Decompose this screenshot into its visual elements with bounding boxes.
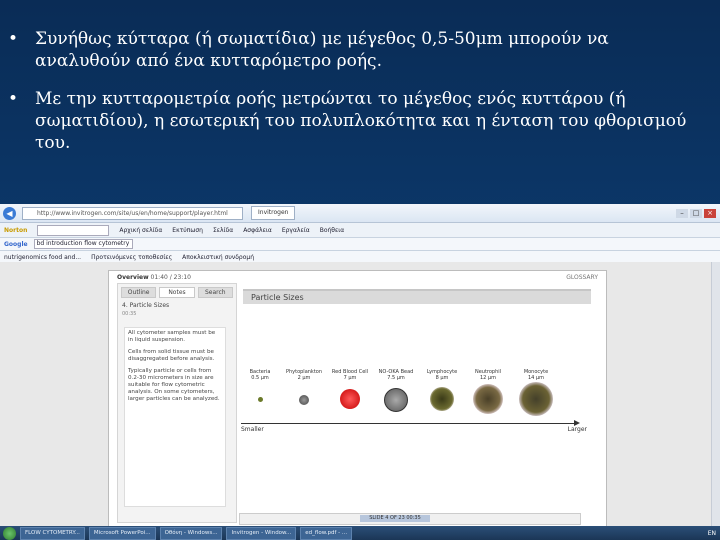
panel-tabs: Outline Notes Search [118, 284, 236, 298]
maximize-button[interactable]: □ [690, 208, 702, 218]
playback-bar[interactable]: SLIDE 4 OF 23 00:35 [239, 513, 581, 525]
particle-red-blood-cell: Red Blood Cell 7 µm [329, 369, 371, 409]
help-menu[interactable]: Βοήθεια [320, 227, 345, 234]
safety-menu[interactable]: Ασφάλεια [243, 227, 272, 234]
back-arrow-icon[interactable]: ◀ [3, 206, 16, 220]
taskbar-item[interactable]: FLOW CYTOMETRY... [20, 526, 85, 540]
particle-bacteria: Bacteria 0.5 µm [239, 369, 281, 402]
bacteria-particle-icon [257, 397, 263, 402]
tools-menu[interactable]: Εργαλεία [282, 227, 310, 234]
smaller-label: Smaller [241, 426, 264, 433]
particle-neutrophil: Neutrophil 12 µm [467, 369, 509, 414]
window-controls: – □ × [676, 208, 720, 218]
command-bar: Norton Αρχική σελίδα Εκτύπωση Σελίδα Ασφ… [0, 223, 720, 238]
glossary-link[interactable]: GLOSSARY [566, 274, 598, 281]
browser-tab[interactable]: Invitrogen [251, 206, 296, 220]
bullet-text: Συνήθως κύτταρα (ή σωματίδια) με μέγεθος… [35, 29, 609, 71]
embedded-screenshot: ◀ http://www.invitrogen.com/site/us/en/h… [0, 204, 720, 540]
taskbar-item[interactable]: Οθόνη - Windows... [159, 526, 223, 540]
particle-bead: NO-OKA Bead 7.5 µm [375, 369, 417, 412]
overview-header: Overview 01:40 / 23:10 [117, 274, 191, 281]
bullet-marker: • [8, 29, 19, 49]
notes-panel: Outline Notes Search 4. Particle Sizes 0… [117, 283, 237, 523]
system-tray: EN [707, 529, 716, 537]
close-button[interactable]: × [704, 208, 716, 218]
favorite-link[interactable]: Αποκλειστική συνδρομή [182, 254, 254, 261]
size-axis-arrow [241, 420, 580, 426]
overview-time: 01:40 / 23:10 [150, 274, 191, 281]
particle-size: 7.5 µm [387, 375, 405, 381]
tab-search[interactable]: Search [197, 287, 233, 298]
page-content: Overview 01:40 / 23:10 GLOSSARY Outline … [0, 262, 712, 528]
slide-bullets: • Συνήθως κύτταρα (ή σωματίδια) με μέγεθ… [0, 28, 720, 170]
lymphocyte-cell-icon [430, 387, 454, 411]
neutrophil-cell-icon [473, 384, 503, 414]
note-paragraph: Cells from solid tissue must be disaggre… [128, 349, 215, 362]
norton-toolbar-item[interactable]: Norton [4, 227, 27, 234]
start-button[interactable] [3, 526, 16, 540]
particle-size: 8 µm [435, 375, 449, 381]
url-field[interactable]: http://www.invitrogen.com/site/us/en/hom… [22, 206, 243, 220]
bullet-item: • Με την κυτταρομετρία ροής μετρώνται το… [0, 88, 720, 154]
slide-area: Particle Sizes Bacteria 0.5 µm Phytoplank… [239, 283, 597, 511]
google-toolbar: Google bd introduction flow cytometry [0, 238, 720, 251]
monocyte-cell-icon [519, 382, 553, 416]
section-time: 00:35 [122, 311, 137, 317]
bullet-text: Με την κυτταρομετρία ροής μετρώνται το μ… [35, 89, 687, 153]
tab-outline[interactable]: Outline [121, 287, 157, 298]
bullet-marker: • [8, 89, 19, 109]
print-button[interactable]: Εκτύπωση [172, 227, 203, 234]
timeline-indicator: SLIDE 4 OF 23 00:35 [360, 515, 430, 522]
favorite-link[interactable]: Προτεινόμενες τοποθεσίες [91, 254, 172, 261]
particle-size: 2 µm [297, 375, 311, 381]
section-title: 4. Particle Sizes [122, 302, 170, 309]
overview-label: Overview [117, 274, 149, 281]
player-frame: Overview 01:40 / 23:10 GLOSSARY Outline … [108, 270, 607, 528]
notes-text: All cytometer samples must be in liquid … [124, 327, 226, 507]
minimize-button[interactable]: – [676, 208, 688, 218]
particle-size: 14 µm [527, 375, 544, 381]
particle-size: 0.5 µm [251, 375, 269, 381]
vertical-scrollbar[interactable] [711, 262, 720, 526]
taskbar-item[interactable]: Invitrogen - Window... [226, 526, 297, 540]
taskbar-item[interactable]: ed_flow.pdf - ... [300, 526, 353, 540]
google-logo: Google [4, 240, 28, 248]
home-button[interactable]: Αρχική σελίδα [119, 227, 162, 234]
google-search-input[interactable]: bd introduction flow cytometry [33, 239, 133, 249]
particle-lymphocyte: Lymphocyte 8 µm [421, 369, 463, 411]
bead-particle-icon [384, 388, 408, 412]
note-paragraph: All cytometer samples must be in liquid … [128, 330, 216, 343]
larger-label: Larger [567, 426, 587, 433]
tab-notes[interactable]: Notes [159, 287, 195, 298]
note-paragraph: Typically particle or cells from 0.2-30 … [128, 368, 220, 402]
page-menu[interactable]: Σελίδα [213, 227, 233, 234]
phytoplankton-particle-icon [299, 395, 309, 405]
particle-monocyte: Monocyte 14 µm [515, 369, 557, 416]
bullet-item: • Συνήθως κύτταρα (ή σωματίδια) με μέγεθ… [0, 28, 720, 72]
address-bar-row: ◀ http://www.invitrogen.com/site/us/en/h… [0, 204, 720, 223]
taskbar-item[interactable]: Microsoft PowerPoi... [88, 526, 156, 540]
slide-title: Particle Sizes [243, 289, 591, 304]
particle-phytoplankton: Phytoplankton 2 µm [283, 369, 325, 405]
particle-size: 7 µm [343, 375, 357, 381]
norton-search-input[interactable] [37, 224, 110, 236]
red-blood-cell-icon [340, 389, 360, 409]
favorite-link[interactable]: nutrigenomics food and... [4, 254, 81, 261]
particle-size: 12 µm [479, 375, 496, 381]
taskbar: FLOW CYTOMETRY... Microsoft PowerPoi... … [0, 526, 720, 540]
